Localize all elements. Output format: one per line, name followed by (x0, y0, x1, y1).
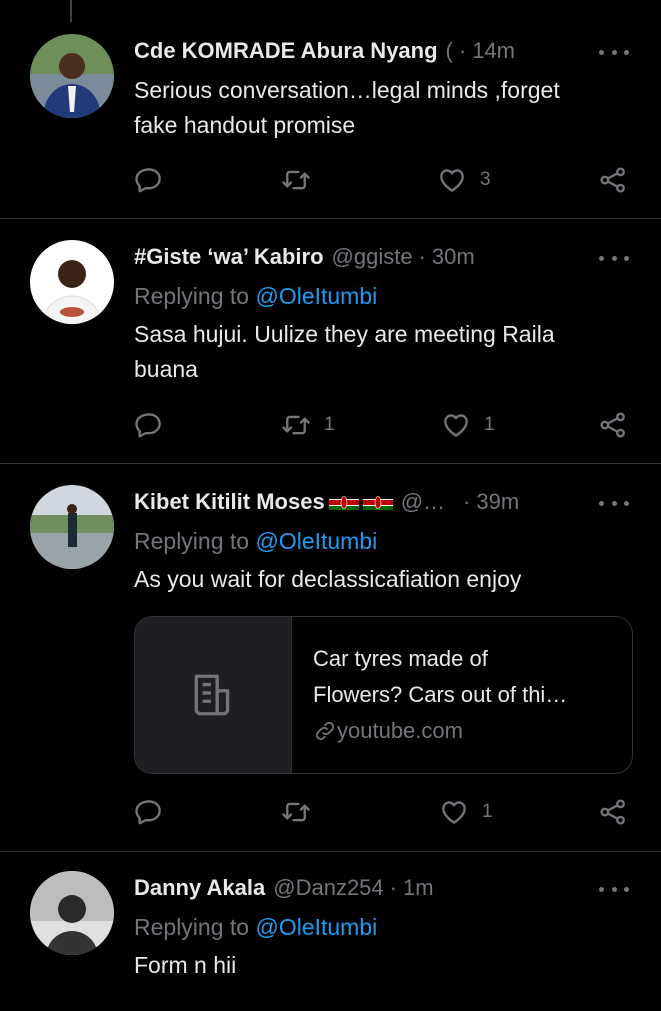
retweet-button[interactable] (280, 794, 324, 830)
share-button[interactable] (598, 162, 628, 198)
tweet-text: buana (134, 356, 198, 382)
tweet-text: Serious conversation…legal minds ,forget (134, 77, 560, 103)
tweet-actions: 1 1 (134, 407, 634, 443)
retweet-icon (282, 415, 310, 435)
like-count: 1 (484, 414, 495, 435)
display-name[interactable]: #Giste ‘wa’ Kabiro (134, 244, 324, 270)
card-thumbnail (135, 617, 292, 773)
display-name[interactable]: Kibet Kitilit Moses (134, 489, 325, 515)
link-icon (315, 721, 335, 741)
card-content: Car tyres made of Flowers? Cars out of t… (313, 641, 616, 749)
display-name[interactable]: Cde KOMRADE Abura Nyang (134, 38, 438, 64)
kenya-flag-icon (328, 494, 359, 510)
tweet[interactable]: Danny Akala @Danz254 · 1m Replying to @O… (0, 851, 661, 1011)
more-icon[interactable] (599, 248, 629, 268)
document-icon (194, 674, 230, 716)
like-count: 1 (482, 801, 493, 822)
like-button[interactable]: 1 (440, 407, 495, 443)
replying-prefix: Replying to (134, 528, 250, 554)
timestamp[interactable]: 30m (432, 244, 475, 270)
separator: · (458, 38, 467, 63)
reply-button[interactable] (134, 407, 176, 443)
reply-icon (135, 413, 161, 438)
share-icon (600, 412, 625, 438)
share-icon (600, 799, 625, 825)
share-button[interactable] (598, 794, 628, 830)
separator: · (463, 489, 471, 514)
like-icon (440, 169, 464, 192)
like-button[interactable]: 1 (438, 794, 493, 830)
tweet-header: #Giste ‘wa’ Kabiro @ggiste · 30m (134, 240, 581, 274)
reply-button[interactable] (134, 794, 176, 830)
like-icon (442, 801, 466, 824)
timestamp[interactable]: 1m (403, 875, 434, 901)
card-domain: youtube.com (313, 713, 616, 749)
tweet-text: Form n hii (134, 952, 237, 978)
tweet-header: Cde KOMRADE Abura Nyang ( · 14m (134, 34, 581, 68)
timestamp[interactable]: 39m (476, 489, 519, 515)
timestamp[interactable]: 14m (472, 38, 515, 64)
replying-to: Replying to @OleItumbi (134, 279, 621, 314)
like-icon (444, 414, 468, 437)
reply-target-link[interactable]: @OleItumbi (255, 914, 377, 940)
tweet[interactable]: Cde KOMRADE Abura Nyang ( · 14m Serious … (0, 0, 661, 219)
retweet-button[interactable] (280, 162, 324, 198)
reply-target-link[interactable]: @OleItumbi (255, 528, 377, 554)
tweet-actions: 1 (134, 794, 634, 830)
retweet-count: 1 (324, 414, 335, 435)
replying-prefix: Replying to (134, 283, 250, 309)
reply-button[interactable] (134, 162, 176, 198)
reply-icon (135, 168, 161, 193)
replying-to: Replying to @OleItumbi (134, 524, 621, 559)
retweet-button[interactable]: 1 (280, 407, 335, 443)
reply-icon (135, 800, 161, 825)
card-title: Car tyres made of (313, 646, 488, 671)
like-count: 3 (480, 169, 491, 190)
handle[interactable]: @ggiste (332, 244, 413, 270)
replying-prefix: Replying to (134, 914, 250, 940)
kenya-flag-icon (362, 494, 393, 510)
reply-target-link[interactable]: @OleItumbi (255, 283, 377, 309)
share-button[interactable] (598, 407, 628, 443)
avatar[interactable] (30, 240, 114, 324)
card-title: Flowers? Cars out of thi… (313, 682, 568, 707)
separator: · (389, 875, 397, 900)
tweet-actions: 3 (134, 162, 634, 198)
handle[interactable]: @… (401, 489, 445, 515)
separator: · (418, 244, 426, 269)
more-icon[interactable] (599, 493, 629, 513)
replying-to: Replying to @OleItumbi (134, 910, 621, 945)
name-suffix: ( (445, 38, 453, 63)
avatar[interactable] (30, 34, 114, 118)
tweet-text: Sasa hujui. Uulize they are meeting Rail… (134, 321, 555, 347)
avatar[interactable] (30, 485, 114, 569)
avatar[interactable] (30, 871, 114, 955)
display-name[interactable]: Danny Akala (134, 875, 265, 901)
retweet-icon (282, 802, 310, 822)
link-preview-card[interactable]: Car tyres made of Flowers? Cars out of t… (134, 616, 633, 774)
tweet-text: As you wait for declassicafiation enjoy (134, 566, 522, 592)
tweet[interactable]: #Giste ‘wa’ Kabiro @ggiste · 30m Replyin… (0, 218, 661, 464)
like-button[interactable]: 3 (436, 162, 491, 198)
more-icon[interactable] (599, 879, 629, 899)
tweet-header: Kibet Kitilit Moses @… · 39m (134, 485, 581, 519)
more-icon[interactable] (599, 42, 629, 62)
share-icon (600, 167, 625, 193)
handle[interactable]: @Danz254 (273, 875, 383, 901)
card-domain-text: youtube.com (337, 718, 463, 743)
tweet-text: fake handout promise (134, 112, 356, 138)
retweet-icon (282, 170, 310, 190)
tweet-header: Danny Akala @Danz254 · 1m (134, 871, 581, 905)
